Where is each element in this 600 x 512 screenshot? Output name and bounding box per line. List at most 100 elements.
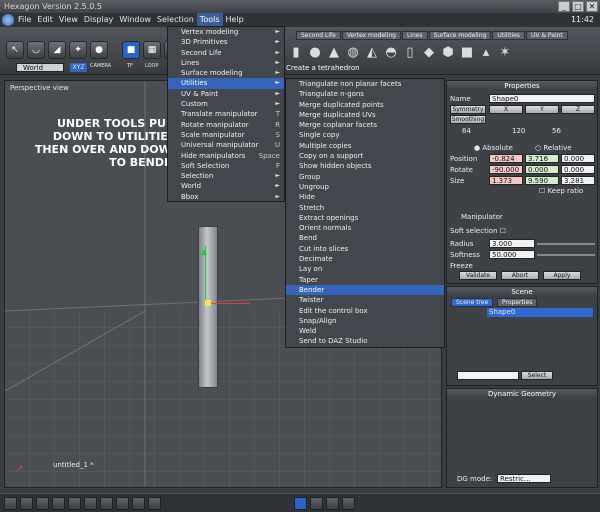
tab-scene-tree[interactable]: Scene tree	[451, 298, 494, 307]
render-icon[interactable]	[132, 496, 145, 510]
menu-item-selection[interactable]: Selection ►	[168, 171, 284, 181]
axis-z-button[interactable]: Z	[561, 105, 595, 114]
layout-icon-8[interactable]	[116, 496, 129, 510]
size-x-field[interactable]: 1.373	[489, 176, 523, 185]
name-field[interactable]: Shape0	[489, 94, 595, 103]
dome-icon[interactable]: ◓	[383, 44, 399, 60]
menu-selection[interactable]: Selection	[154, 13, 197, 27]
maximize-button[interactable]: □	[572, 1, 584, 12]
sphere-select-icon[interactable]: ●	[90, 41, 108, 59]
menu-item-lay-on[interactable]: Lay on	[286, 264, 444, 274]
menu-item-uv-paint[interactable]: UV & Paint ►	[168, 89, 284, 99]
move-tool-icon[interactable]	[294, 496, 307, 510]
menu-item-multiple-copies[interactable]: Multiple copies	[286, 141, 444, 151]
menu-item-utilities[interactable]: Utilities ►	[168, 78, 284, 89]
manipulator-x-axis[interactable]	[210, 303, 250, 304]
menu-item-orient-normals[interactable]: Orient normals	[286, 223, 444, 233]
dg-mode-select[interactable]: Restric...	[497, 474, 551, 483]
tab-second-life[interactable]: Second Life	[296, 31, 341, 40]
tube-icon[interactable]: ▯	[402, 44, 418, 60]
menu-item-copy-on-support[interactable]: Copy on a support	[286, 151, 444, 161]
size-z-field[interactable]: 3.281	[561, 176, 595, 185]
rotate-z-field[interactable]: 0.000	[561, 165, 595, 174]
menu-item-bend[interactable]: Bend	[286, 233, 444, 243]
size-y-field[interactable]: 9.590	[525, 176, 559, 185]
lasso-icon[interactable]: ◡	[27, 41, 45, 59]
pyramid-icon[interactable]: ◭	[364, 44, 380, 60]
menu-item-group[interactable]: Group	[286, 172, 444, 182]
menu-item-cut-slices[interactable]: Cut into slices	[286, 244, 444, 254]
axis-y-button[interactable]: Y	[525, 105, 559, 114]
magic-wand-icon[interactable]: ✦	[69, 41, 87, 59]
scale-tool-icon[interactable]	[326, 496, 339, 510]
world-select[interactable]: World	[16, 63, 64, 72]
menu-item-triangulate-non-planar[interactable]: Triangulate non planar facets	[286, 79, 444, 89]
rotate-x-field[interactable]: -90.000	[489, 165, 523, 174]
menu-help[interactable]: Help	[223, 13, 247, 27]
soft-selection-checkbox[interactable]: Soft selection ☐	[450, 227, 506, 235]
paint-select-icon[interactable]: ◢	[48, 41, 66, 59]
dodecahedron-icon[interactable]: ⬢	[440, 44, 456, 60]
camera-label[interactable]: CAMERA	[90, 63, 111, 69]
menu-edit[interactable]: Edit	[34, 13, 56, 27]
menu-item-triangulate-ngons[interactable]: Triangulate n-gons	[286, 89, 444, 99]
smoothing-button[interactable]: Smoothing	[450, 115, 486, 124]
menu-item-vertex-modeling[interactable]: Vertex modeling ►	[168, 27, 284, 37]
cube-shape-icon[interactable]: ■	[459, 44, 475, 60]
menu-item-lines[interactable]: Lines ►	[168, 58, 284, 68]
tab-vertex-modeling[interactable]: Vertex modeling	[341, 31, 401, 40]
menu-item-world[interactable]: World ►	[168, 181, 284, 191]
menu-item-merge-points[interactable]: Merge duplicated points	[286, 100, 444, 110]
menu-item-bbox[interactable]: Bbox ►	[168, 192, 284, 202]
menu-item-hide[interactable]: Hide	[286, 192, 444, 202]
pivot-handle[interactable]	[205, 300, 211, 306]
apply-button[interactable]: Apply	[543, 271, 581, 280]
star-icon[interactable]: ✶	[497, 44, 513, 60]
absolute-radio[interactable]: ● Absolute	[474, 144, 513, 152]
menu-item-decimate[interactable]: Decimate	[286, 254, 444, 264]
menu-item-scale-manipulator[interactable]: Scale manipulator S	[168, 130, 284, 140]
position-y-field[interactable]: 3.716	[525, 154, 559, 163]
tab-lines[interactable]: Lines	[401, 31, 428, 40]
tab-utilities[interactable]: Utilities	[492, 31, 525, 40]
tetrahedron-icon[interactable]: ▴	[478, 44, 494, 60]
layout-icon-1[interactable]	[4, 496, 17, 510]
layout-icon-7[interactable]	[100, 496, 113, 510]
menu-item-taper[interactable]: Taper	[286, 275, 444, 285]
menu-item-hide-manipulators[interactable]: Hide manipulators Space	[168, 151, 284, 161]
menu-item-soft-selection[interactable]: Soft Selection F	[168, 161, 284, 171]
loop-icon[interactable]: ▦	[143, 41, 161, 59]
softness-field[interactable]: 50.000	[489, 250, 535, 259]
relative-radio[interactable]: ○ Relative	[535, 144, 572, 152]
tab-surface-modeling[interactable]: Surface modeling	[428, 31, 492, 40]
layout-icon-2[interactable]	[20, 496, 33, 510]
menu-item-weld[interactable]: Weld	[286, 326, 444, 336]
symmetry-button[interactable]: Symmetry	[450, 105, 486, 114]
menu-item-rotate-manipulator[interactable]: Rotate manipulator R	[168, 120, 284, 130]
menu-item-single-copy[interactable]: Single copy	[286, 130, 444, 140]
snap-icon[interactable]	[342, 496, 355, 510]
tab-uv-paint[interactable]: UV & Paint	[525, 31, 568, 40]
menu-item-merge-coplanar[interactable]: Merge coplanar facets	[286, 120, 444, 130]
menu-item-second-life[interactable]: Second Life ►	[168, 48, 284, 58]
arrow-up-icon[interactable]: ▲	[201, 247, 207, 256]
menu-item-universal-manipulator[interactable]: Universal manipulator U	[168, 140, 284, 150]
softness-slider[interactable]	[537, 254, 595, 256]
cone-icon[interactable]: ▲	[326, 44, 342, 60]
menu-item-twister[interactable]: Twister	[286, 295, 444, 305]
axis-x-button[interactable]: X	[489, 105, 523, 114]
rotate-y-field[interactable]: 0.000	[525, 165, 559, 174]
menu-item-edit-control-box[interactable]: Edit the control box	[286, 306, 444, 316]
layout-icon-6[interactable]	[84, 496, 97, 510]
menu-tools[interactable]: Tools	[196, 13, 223, 27]
menu-display[interactable]: Display	[81, 13, 117, 27]
abort-button[interactable]: Abort	[501, 271, 539, 280]
menu-file[interactable]: File	[15, 13, 34, 27]
sphere-icon[interactable]: ●	[307, 44, 323, 60]
radius-slider[interactable]	[537, 243, 595, 245]
keep-ratio-checkbox[interactable]: ☐ Keep ratio	[539, 187, 583, 195]
torus-icon[interactable]: ◍	[345, 44, 361, 60]
octahedron-icon[interactable]: ◆	[421, 44, 437, 60]
menu-item-3d-primitives[interactable]: 3D Primitives ►	[168, 37, 284, 47]
menu-item-bender[interactable]: Bender	[286, 284, 444, 296]
